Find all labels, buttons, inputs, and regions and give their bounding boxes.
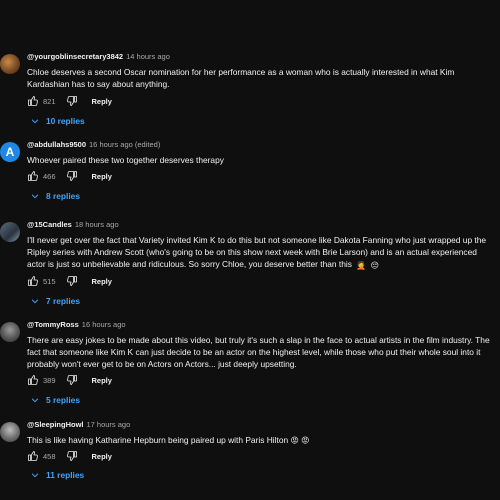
- comment-header: @abdullahs9500 16 hours ago (edited): [27, 140, 160, 150]
- comment-time[interactable]: 18 hours ago: [75, 220, 119, 229]
- comment-time[interactable]: 16 hours ago (edited): [89, 140, 160, 149]
- like-count: 466: [43, 171, 56, 181]
- reply-button[interactable]: Reply: [92, 172, 112, 181]
- comment-text: There are easy jokes to be made about th…: [27, 335, 490, 369]
- dislike-icon[interactable]: [66, 170, 78, 182]
- comment-actions: 389 Reply: [27, 373, 112, 387]
- chevron-down-icon: [31, 194, 39, 199]
- chevron-down-icon: [31, 119, 39, 124]
- dislike-icon[interactable]: [66, 95, 78, 107]
- like-icon[interactable]: [27, 374, 39, 386]
- comment-header: @SleepingHowl 17 hours ago: [27, 420, 130, 430]
- replies-count: 10 replies: [46, 116, 85, 126]
- view-replies-button[interactable]: 8 replies: [27, 189, 80, 203]
- comment-time[interactable]: 17 hours ago: [86, 420, 130, 429]
- dislike-icon[interactable]: [66, 450, 78, 462]
- like-count: 515: [43, 276, 56, 286]
- replies-count: 7 replies: [46, 296, 80, 306]
- reply-button[interactable]: Reply: [92, 376, 112, 385]
- like-icon[interactable]: [27, 450, 39, 462]
- avatar[interactable]: [0, 54, 20, 74]
- like-icon[interactable]: [27, 275, 39, 287]
- view-replies-button[interactable]: 5 replies: [27, 393, 80, 407]
- comment-time[interactable]: 14 hours ago: [126, 52, 170, 61]
- reply-button[interactable]: Reply: [92, 452, 112, 461]
- reply-button[interactable]: Reply: [92, 277, 112, 286]
- view-replies-button[interactable]: 10 replies: [27, 114, 85, 128]
- dislike-icon[interactable]: [66, 374, 78, 386]
- angry-emoji: 😡: [301, 436, 310, 445]
- avatar[interactable]: [0, 322, 20, 342]
- comment-text: I'll never get over the fact that Variet…: [27, 234, 497, 272]
- comment-header: @yourgoblinsecretary3842 14 hours ago: [27, 52, 170, 62]
- replies-count: 11 replies: [46, 470, 85, 480]
- comment-text: Chloe deserves a second Oscar nomination…: [27, 67, 455, 89]
- comment-time[interactable]: 16 hours ago: [82, 320, 126, 329]
- comment-text: Whoever paired these two together deserv…: [27, 155, 224, 165]
- avatar[interactable]: [0, 222, 20, 242]
- dislike-icon[interactable]: [66, 275, 78, 287]
- comment-header: @TommyRoss 16 hours ago: [27, 320, 126, 330]
- facepalm-emoji: 🤦: [356, 261, 367, 270]
- replies-count: 5 replies: [46, 395, 80, 405]
- chevron-down-icon: [31, 473, 39, 478]
- comment-actions: 515 Reply: [27, 274, 112, 288]
- like-count: 389: [43, 375, 56, 385]
- view-replies-button[interactable]: 7 replies: [27, 294, 80, 308]
- comment-header: @15Candles 18 hours ago: [27, 220, 119, 230]
- comment-body: This is like having Katharine Hepburn be…: [27, 435, 289, 445]
- comment-actions: 466 Reply: [27, 169, 112, 183]
- comment-author[interactable]: @abdullahs9500: [27, 140, 86, 149]
- chevron-down-icon: [31, 299, 39, 304]
- replies-count: 8 replies: [46, 191, 80, 201]
- comment-author[interactable]: @15Candles: [27, 220, 72, 229]
- avatar[interactable]: [0, 422, 20, 442]
- pensive-emoji: 😔: [370, 261, 379, 270]
- angry-emoji: 😡: [290, 436, 299, 445]
- comment-author[interactable]: @SleepingHowl: [27, 420, 83, 429]
- comment-text: This is like having Katharine Hepburn be…: [27, 434, 497, 447]
- like-icon[interactable]: [27, 95, 39, 107]
- comment-author[interactable]: @TommyRoss: [27, 320, 79, 329]
- like-icon[interactable]: [27, 170, 39, 182]
- comment-actions: 821 Reply: [27, 94, 112, 108]
- comment-body: I'll never get over the fact that Variet…: [27, 235, 487, 269]
- like-count: 821: [43, 96, 56, 106]
- comment-actions: 458 Reply: [27, 449, 112, 463]
- chevron-down-icon: [31, 398, 39, 403]
- like-count: 458: [43, 451, 56, 461]
- view-replies-button[interactable]: 11 replies: [27, 468, 84, 482]
- comment-author[interactable]: @yourgoblinsecretary3842: [27, 52, 123, 61]
- reply-button[interactable]: Reply: [92, 97, 112, 106]
- avatar[interactable]: A: [0, 142, 20, 162]
